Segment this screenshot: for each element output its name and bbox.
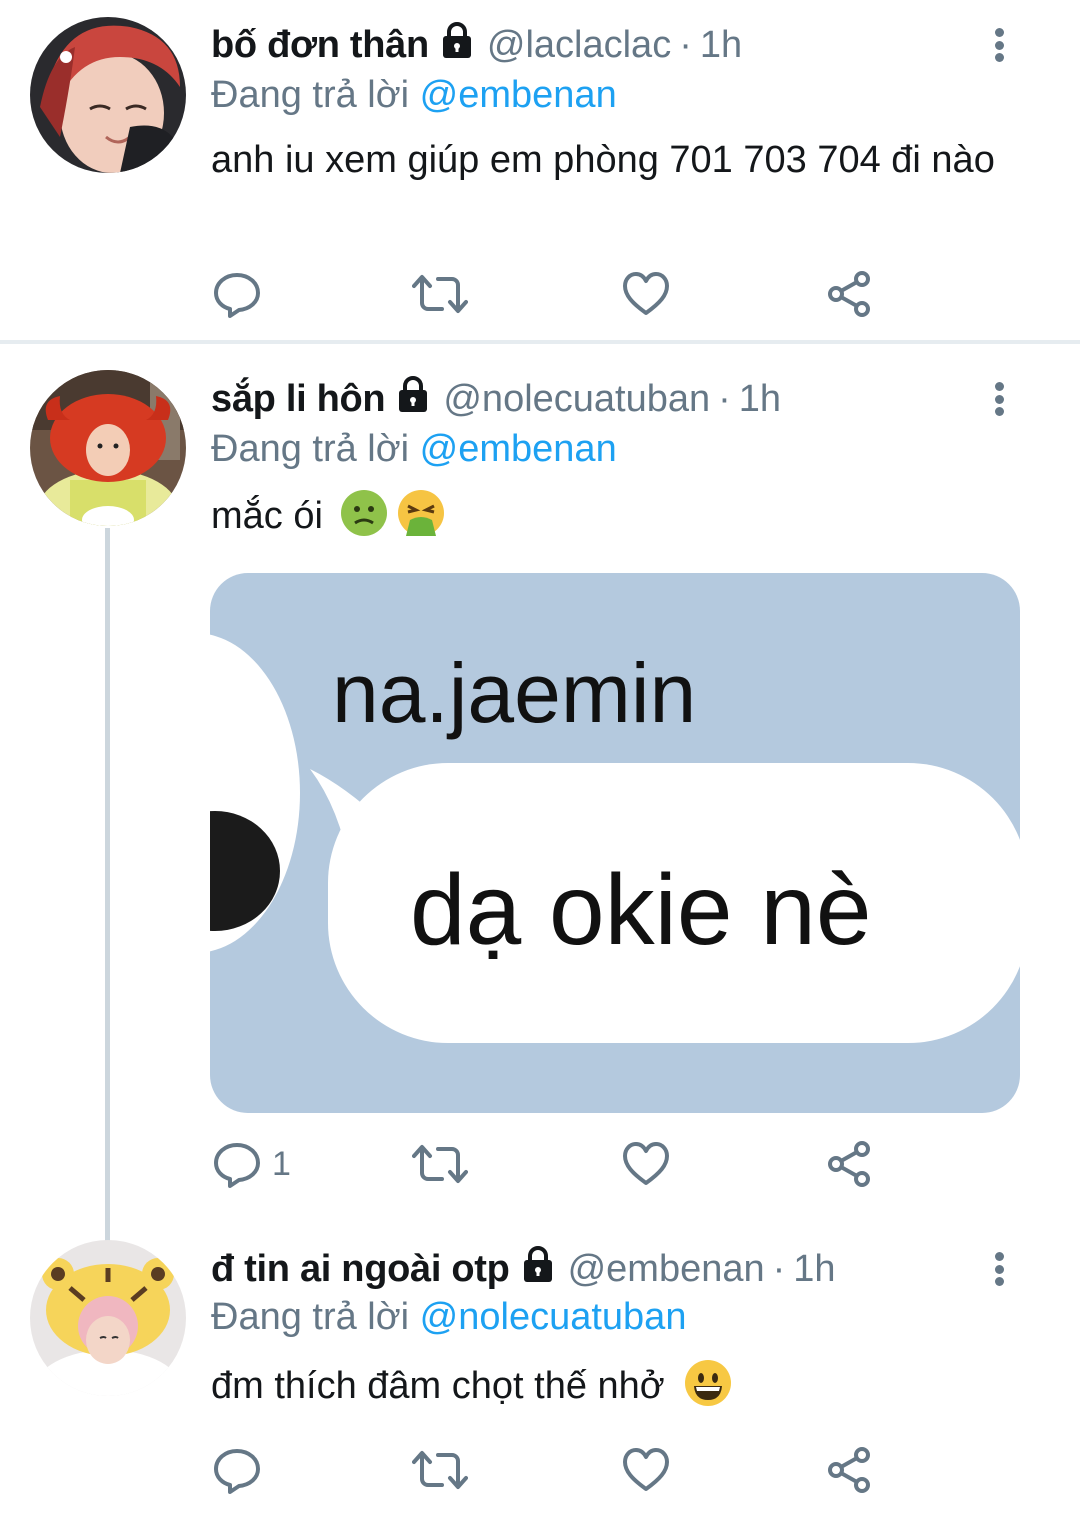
- reply-prefix: Đang trả lời: [211, 1296, 410, 1338]
- reply-mention[interactable]: @nolecuatuban: [420, 1296, 687, 1338]
- like-icon: [623, 1448, 669, 1491]
- handle[interactable]: @embenan: [568, 1248, 765, 1291]
- tweet-header: đ tin ai ngoài otp @embenan · 1h: [211, 1246, 836, 1292]
- action-bar: [212, 1442, 912, 1498]
- retweet-icon: [412, 1451, 468, 1489]
- separator: ·: [772, 1247, 786, 1290]
- retweet-button[interactable]: [412, 1442, 468, 1498]
- reply-icon: [214, 1449, 260, 1494]
- tweet-text-container: đm thích đâm chọt thế nhở: [211, 1360, 1011, 1411]
- tweet-3[interactable]: đ tin ai ngoài otp @embenan · 1h Đang tr…: [0, 0, 1080, 1520]
- display-name[interactable]: đ tin ai ngoài otp: [211, 1248, 510, 1291]
- avatar[interactable]: [30, 1240, 186, 1396]
- reply-button[interactable]: [212, 1442, 272, 1498]
- tweet-text: đm thích đâm chọt thế nhở: [211, 1365, 665, 1407]
- like-button[interactable]: [622, 1442, 670, 1498]
- lock-icon: [518, 1244, 558, 1294]
- timestamp[interactable]: 1h: [793, 1248, 835, 1291]
- share-button[interactable]: [826, 1442, 874, 1498]
- replying-to: Đang trả lời @nolecuatuban: [211, 1296, 686, 1339]
- share-icon: [828, 1447, 870, 1493]
- grinning-face-emoji: [685, 1360, 732, 1406]
- more-icon[interactable]: [984, 1246, 1014, 1292]
